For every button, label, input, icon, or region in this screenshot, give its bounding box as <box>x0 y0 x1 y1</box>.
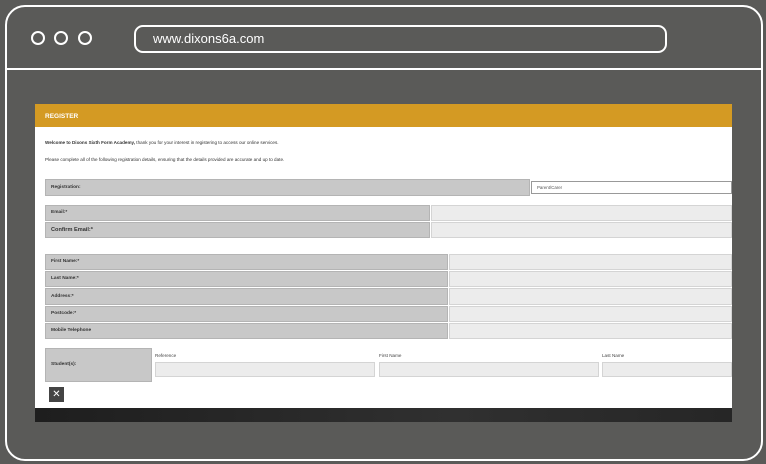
mobile-telephone-field[interactable] <box>449 323 732 339</box>
page-footer <box>35 408 732 422</box>
register-header: REGISTER <box>35 104 732 127</box>
email-field[interactable] <box>431 205 732 221</box>
first-name-column-header: First Name <box>379 353 402 358</box>
url-bar[interactable]: www.dixons6a.com <box>134 25 667 53</box>
instructions-text: Please complete all of the following reg… <box>45 157 285 162</box>
last-name-column-header: Last Name <box>602 353 625 358</box>
mobile-telephone-label: Mobile Telephone <box>45 323 448 339</box>
welcome-bold-text: Welcome to Dixons Sixth Form Academy, <box>45 140 136 145</box>
browser-toolbar-divider <box>7 68 761 70</box>
postcode-field[interactable] <box>449 306 732 322</box>
window-dot-icon[interactable] <box>54 31 68 45</box>
student-last-name-field[interactable] <box>602 362 732 377</box>
last-name-field[interactable] <box>449 271 732 287</box>
close-icon[interactable]: ✕ <box>49 387 64 402</box>
first-name-label: First Name:* <box>45 254 448 270</box>
registration-page: REGISTER Welcome to Dixons Sixth Form Ac… <box>35 104 732 422</box>
postcode-label: Postcode:* <box>45 306 448 322</box>
address-label: Address:* <box>45 288 448 305</box>
students-label: Student(s): <box>45 348 152 382</box>
confirm-email-field[interactable] <box>431 222 732 238</box>
window-dot-icon[interactable] <box>78 31 92 45</box>
student-reference-field[interactable] <box>155 362 375 377</box>
registration-label: Registration: <box>45 179 530 196</box>
confirm-email-label: Confirm Email:* <box>45 222 430 238</box>
email-label: Email:* <box>45 205 430 221</box>
first-name-field[interactable] <box>449 254 732 270</box>
student-first-name-field[interactable] <box>379 362 599 377</box>
reference-column-header: Reference <box>155 353 177 358</box>
address-field[interactable] <box>449 288 732 305</box>
last-name-label: Last Name:* <box>45 271 448 287</box>
registration-select[interactable]: Parent/Carer <box>531 181 732 194</box>
welcome-rest-text: thank you for your interest in registeri… <box>135 140 279 145</box>
window-dot-icon[interactable] <box>31 31 45 45</box>
welcome-text: Welcome to Dixons Sixth Form Academy, th… <box>45 140 279 145</box>
